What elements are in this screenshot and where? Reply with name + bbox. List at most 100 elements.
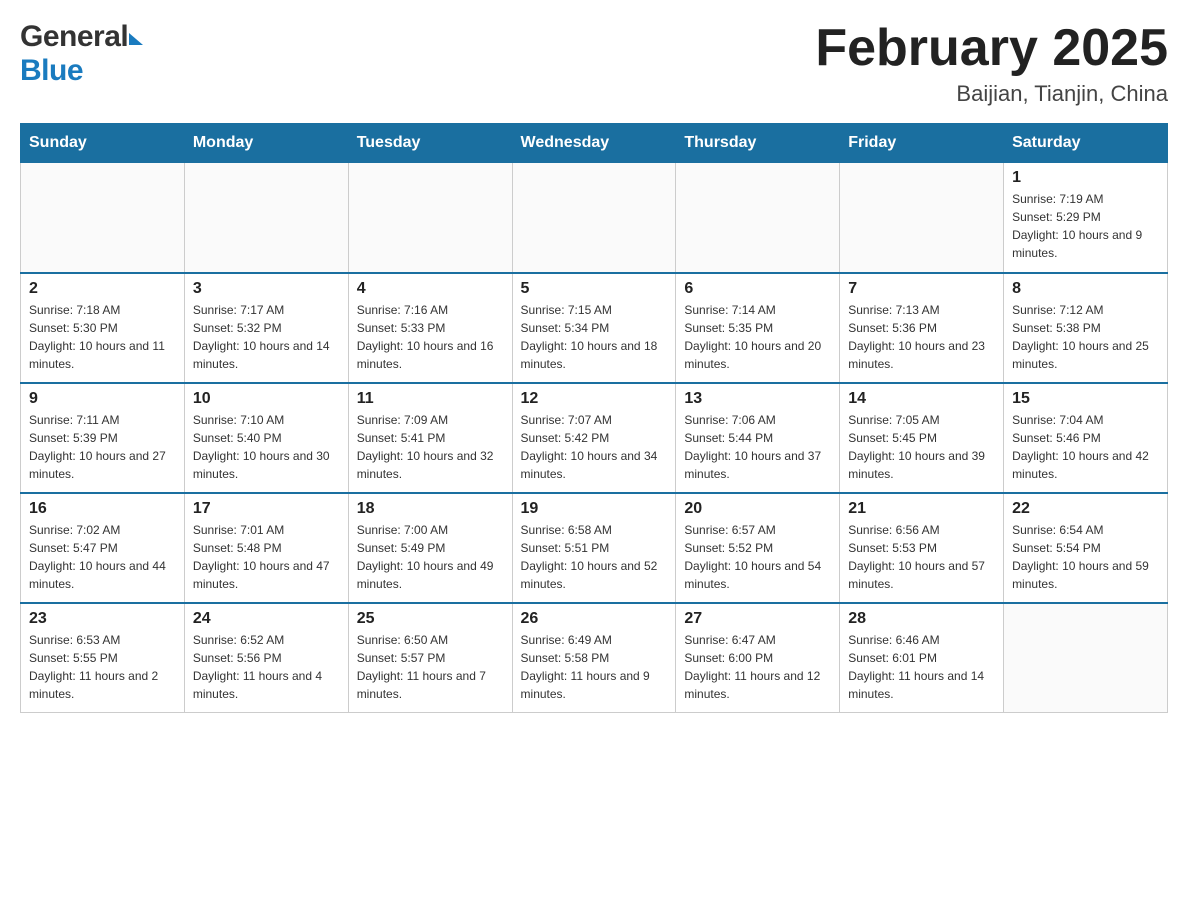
day-info: Sunrise: 6:46 AM Sunset: 6:01 PM Dayligh… xyxy=(848,631,995,703)
day-number: 12 xyxy=(521,390,668,408)
day-number: 3 xyxy=(193,280,340,298)
weekday-header-wednesday: Wednesday xyxy=(512,124,676,163)
weekday-header-friday: Friday xyxy=(840,124,1004,163)
day-info: Sunrise: 7:07 AM Sunset: 5:42 PM Dayligh… xyxy=(521,411,668,483)
day-number: 16 xyxy=(29,500,176,518)
day-number: 22 xyxy=(1012,500,1159,518)
day-number: 26 xyxy=(521,610,668,628)
day-number: 2 xyxy=(29,280,176,298)
day-number: 8 xyxy=(1012,280,1159,298)
calendar-cell xyxy=(512,163,676,273)
weekday-header-row: SundayMondayTuesdayWednesdayThursdayFrid… xyxy=(21,124,1168,163)
logo-blue: Blue xyxy=(20,54,83,88)
weekday-header-tuesday: Tuesday xyxy=(348,124,512,163)
day-number: 23 xyxy=(29,610,176,628)
calendar-cell: 13 Sunrise: 7:06 AM Sunset: 5:44 PM Dayli… xyxy=(676,383,840,493)
calendar-cell xyxy=(676,163,840,273)
day-info: Sunrise: 7:15 AM Sunset: 5:34 PM Dayligh… xyxy=(521,301,668,373)
day-number: 11 xyxy=(357,390,504,408)
calendar-cell: 11 Sunrise: 7:09 AM Sunset: 5:41 PM Dayli… xyxy=(348,383,512,493)
calendar-cell: 18Sunrise: 7:00 AM Sunset: 5:49 PM Dayli… xyxy=(348,493,512,603)
day-number: 7 xyxy=(848,280,995,298)
calendar-cell: 25Sunrise: 6:50 AM Sunset: 5:57 PM Dayli… xyxy=(348,603,512,713)
week-row-3: 9 Sunrise: 7:11 AM Sunset: 5:39 PM Daylig… xyxy=(21,383,1168,493)
weekday-header-thursday: Thursday xyxy=(676,124,840,163)
day-number: 28 xyxy=(848,610,995,628)
calendar-cell: 2 Sunrise: 7:18 AM Sunset: 5:30 PM Daylig… xyxy=(21,273,185,383)
calendar-cell: 28 Sunrise: 6:46 AM Sunset: 6:01 PM Dayli… xyxy=(840,603,1004,713)
day-info: Sunrise: 6:57 AM Sunset: 5:52 PM Dayligh… xyxy=(684,521,831,593)
calendar-cell: 15Sunrise: 7:04 AM Sunset: 5:46 PM Dayli… xyxy=(1004,383,1168,493)
calendar-cell: 6 Sunrise: 7:14 AM Sunset: 5:35 PM Daylig… xyxy=(676,273,840,383)
day-number: 21 xyxy=(848,500,995,518)
calendar-table: SundayMondayTuesdayWednesdayThursdayFrid… xyxy=(20,123,1168,713)
day-info: Sunrise: 6:54 AM Sunset: 5:54 PM Dayligh… xyxy=(1012,521,1159,593)
day-number: 27 xyxy=(684,610,831,628)
calendar-cell: 19 Sunrise: 6:58 AM Sunset: 5:51 PM Dayli… xyxy=(512,493,676,603)
day-number: 17 xyxy=(193,500,340,518)
day-info: Sunrise: 6:52 AM Sunset: 5:56 PM Dayligh… xyxy=(193,631,340,703)
calendar-cell: 26 Sunrise: 6:49 AM Sunset: 5:58 PM Dayli… xyxy=(512,603,676,713)
day-info: Sunrise: 7:17 AM Sunset: 5:32 PM Dayligh… xyxy=(193,301,340,373)
calendar-cell: 22 Sunrise: 6:54 AM Sunset: 5:54 PM Dayli… xyxy=(1004,493,1168,603)
day-info: Sunrise: 6:53 AM Sunset: 5:55 PM Dayligh… xyxy=(29,631,176,703)
day-info: Sunrise: 6:56 AM Sunset: 5:53 PM Dayligh… xyxy=(848,521,995,593)
day-info: Sunrise: 7:14 AM Sunset: 5:35 PM Dayligh… xyxy=(684,301,831,373)
calendar-cell: 1Sunrise: 7:19 AM Sunset: 5:29 PM Daylig… xyxy=(1004,163,1168,273)
calendar-cell xyxy=(840,163,1004,273)
day-info: Sunrise: 7:04 AM Sunset: 5:46 PM Dayligh… xyxy=(1012,411,1159,483)
day-number: 14 xyxy=(848,390,995,408)
week-row-4: 16 Sunrise: 7:02 AM Sunset: 5:47 PM Dayli… xyxy=(21,493,1168,603)
calendar-cell: 23 Sunrise: 6:53 AM Sunset: 5:55 PM Dayli… xyxy=(21,603,185,713)
day-info: Sunrise: 7:02 AM Sunset: 5:47 PM Dayligh… xyxy=(29,521,176,593)
weekday-header-sunday: Sunday xyxy=(21,124,185,163)
calendar-cell: 20 Sunrise: 6:57 AM Sunset: 5:52 PM Dayli… xyxy=(676,493,840,603)
day-number: 20 xyxy=(684,500,831,518)
day-info: Sunrise: 7:06 AM Sunset: 5:44 PM Dayligh… xyxy=(684,411,831,483)
calendar-cell: 17 Sunrise: 7:01 AM Sunset: 5:48 PM Dayli… xyxy=(184,493,348,603)
calendar-cell: 9 Sunrise: 7:11 AM Sunset: 5:39 PM Daylig… xyxy=(21,383,185,493)
day-info: Sunrise: 7:01 AM Sunset: 5:48 PM Dayligh… xyxy=(193,521,340,593)
day-info: Sunrise: 6:50 AM Sunset: 5:57 PM Dayligh… xyxy=(357,631,504,703)
calendar-cell: 21 Sunrise: 6:56 AM Sunset: 5:53 PM Dayli… xyxy=(840,493,1004,603)
calendar-cell: 4Sunrise: 7:16 AM Sunset: 5:33 PM Daylig… xyxy=(348,273,512,383)
calendar-cell: 10 Sunrise: 7:10 AM Sunset: 5:40 PM Dayli… xyxy=(184,383,348,493)
calendar-cell xyxy=(1004,603,1168,713)
day-number: 5 xyxy=(521,280,668,298)
logo: General Blue xyxy=(20,20,143,88)
day-number: 6 xyxy=(684,280,831,298)
calendar-cell: 12 Sunrise: 7:07 AM Sunset: 5:42 PM Dayli… xyxy=(512,383,676,493)
day-number: 9 xyxy=(29,390,176,408)
day-info: Sunrise: 6:49 AM Sunset: 5:58 PM Dayligh… xyxy=(521,631,668,703)
logo-general: General xyxy=(20,20,128,54)
day-number: 13 xyxy=(684,390,831,408)
location-title: Baijian, Tianjin, China xyxy=(815,81,1168,107)
calendar-cell: 5 Sunrise: 7:15 AM Sunset: 5:34 PM Daylig… xyxy=(512,273,676,383)
week-row-1: 1Sunrise: 7:19 AM Sunset: 5:29 PM Daylig… xyxy=(21,163,1168,273)
day-number: 19 xyxy=(521,500,668,518)
day-info: Sunrise: 7:00 AM Sunset: 5:49 PM Dayligh… xyxy=(357,521,504,593)
day-number: 10 xyxy=(193,390,340,408)
day-info: Sunrise: 7:05 AM Sunset: 5:45 PM Dayligh… xyxy=(848,411,995,483)
day-info: Sunrise: 7:13 AM Sunset: 5:36 PM Dayligh… xyxy=(848,301,995,373)
day-info: Sunrise: 7:11 AM Sunset: 5:39 PM Dayligh… xyxy=(29,411,176,483)
calendar-cell xyxy=(348,163,512,273)
weekday-header-saturday: Saturday xyxy=(1004,124,1168,163)
calendar-cell: 24 Sunrise: 6:52 AM Sunset: 5:56 PM Dayli… xyxy=(184,603,348,713)
day-info: Sunrise: 7:10 AM Sunset: 5:40 PM Dayligh… xyxy=(193,411,340,483)
calendar-cell xyxy=(21,163,185,273)
calendar-cell: 14 Sunrise: 7:05 AM Sunset: 5:45 PM Dayli… xyxy=(840,383,1004,493)
day-number: 1 xyxy=(1012,169,1159,187)
day-number: 24 xyxy=(193,610,340,628)
title-block: February 2025 Baijian, Tianjin, China xyxy=(815,20,1168,107)
calendar-cell: 8 Sunrise: 7:12 AM Sunset: 5:38 PM Daylig… xyxy=(1004,273,1168,383)
weekday-header-monday: Monday xyxy=(184,124,348,163)
day-info: Sunrise: 7:18 AM Sunset: 5:30 PM Dayligh… xyxy=(29,301,176,373)
day-info: Sunrise: 7:09 AM Sunset: 5:41 PM Dayligh… xyxy=(357,411,504,483)
week-row-2: 2 Sunrise: 7:18 AM Sunset: 5:30 PM Daylig… xyxy=(21,273,1168,383)
day-info: Sunrise: 6:58 AM Sunset: 5:51 PM Dayligh… xyxy=(521,521,668,593)
day-info: Sunrise: 7:12 AM Sunset: 5:38 PM Dayligh… xyxy=(1012,301,1159,373)
calendar-cell: 7 Sunrise: 7:13 AM Sunset: 5:36 PM Daylig… xyxy=(840,273,1004,383)
calendar-cell: 27Sunrise: 6:47 AM Sunset: 6:00 PM Dayli… xyxy=(676,603,840,713)
page-header: General Blue February 2025 Baijian, Tian… xyxy=(20,20,1168,107)
